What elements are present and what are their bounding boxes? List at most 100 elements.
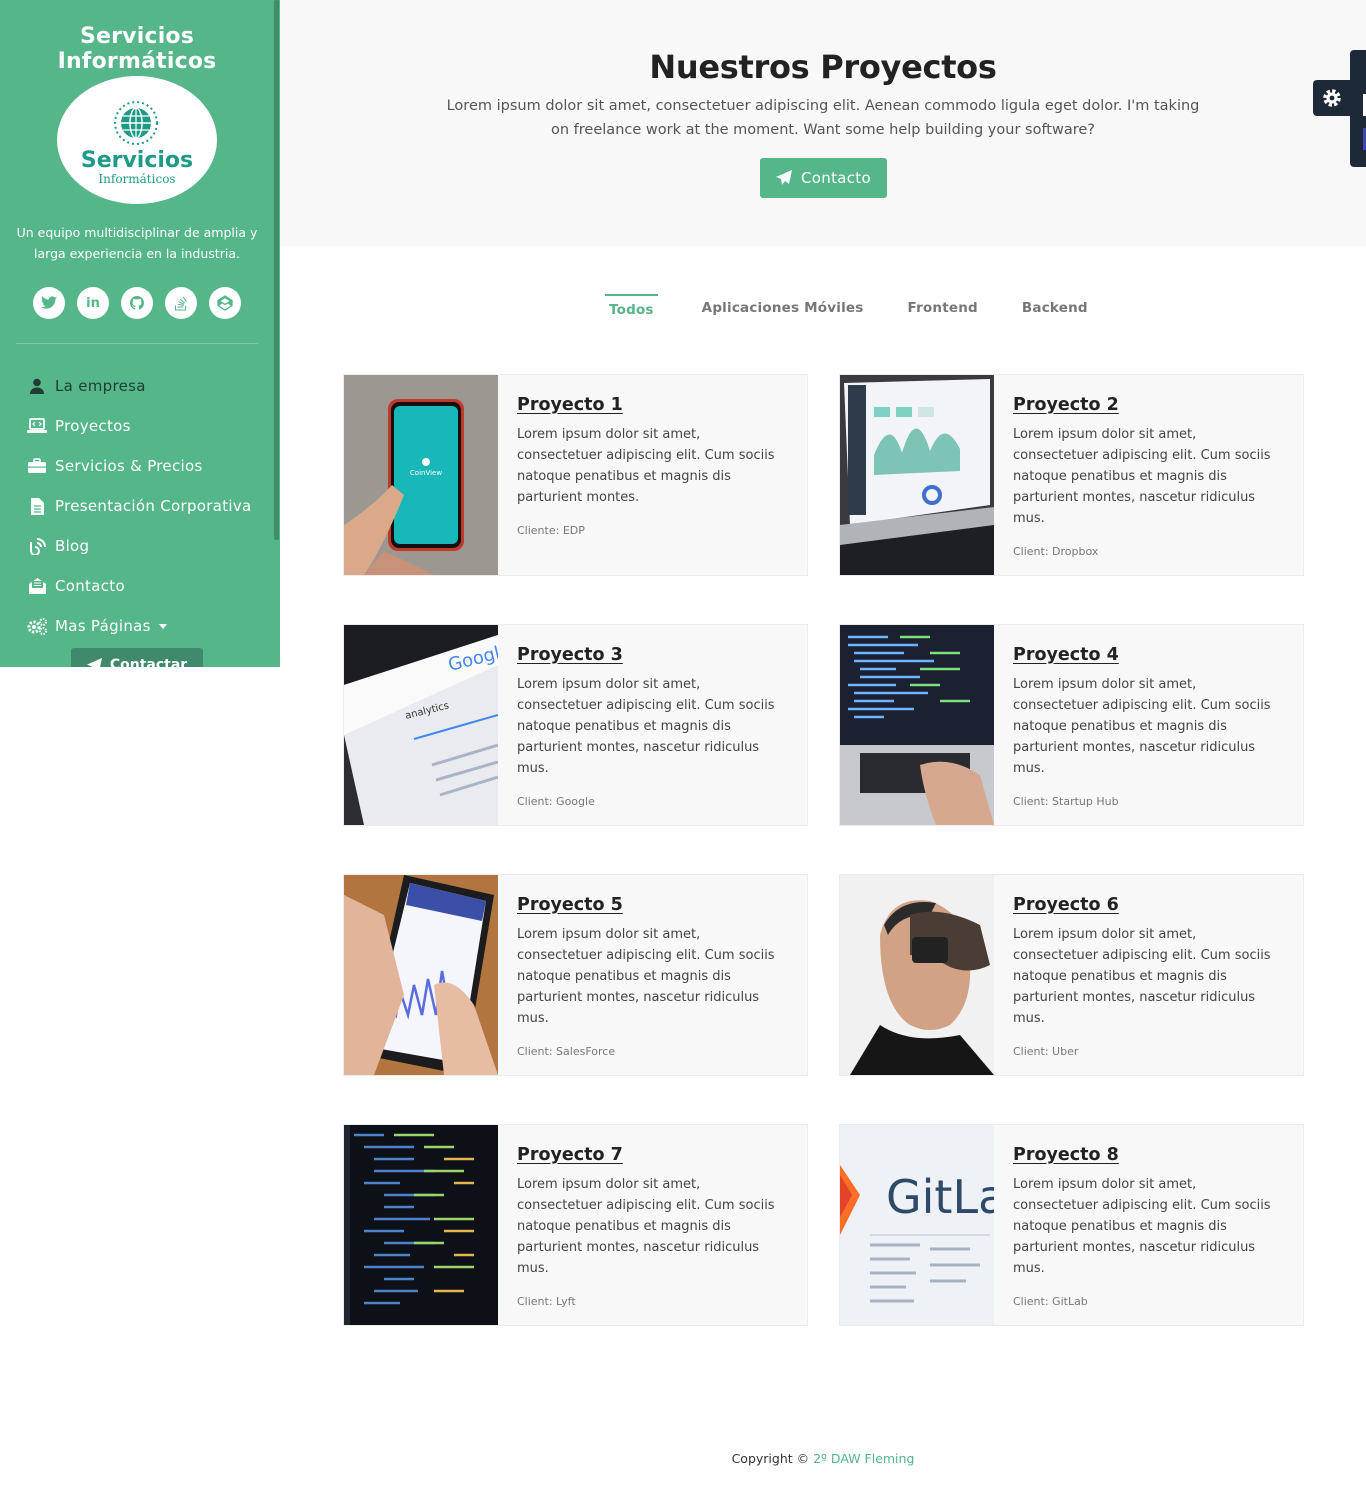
svg-text:GitLa: GitLa <box>886 1170 994 1224</box>
paper-plane-icon <box>86 657 102 667</box>
user-icon <box>26 377 48 395</box>
project-card[interactable]: Proyecto 6 Lorem ipsum dolor sit amet, c… <box>839 874 1304 1076</box>
project-description: Lorem ipsum dolor sit amet, consectetuer… <box>1013 927 1271 1026</box>
svg-text:CoinView: CoinView <box>410 469 442 477</box>
twitter-icon[interactable] <box>33 287 65 319</box>
sidebar-item-label: Presentación Corporativa <box>55 497 252 515</box>
logo-name: Servicios <box>80 148 194 173</box>
project-card[interactable]: Proyecto 7 Lorem ipsum dolor sit amet, c… <box>343 1124 808 1326</box>
github-icon[interactable] <box>121 287 153 319</box>
sidebar-item-la-empresa[interactable]: La empresa <box>26 366 252 406</box>
sidebar-item-proyectos[interactable]: Proyectos <box>26 406 252 446</box>
contacto-button[interactable]: Contacto <box>760 158 887 198</box>
sidebar-item-servicios-precios[interactable]: Servicios & Precios <box>26 446 252 486</box>
linkedin-icon[interactable]: in <box>77 287 109 319</box>
card-body: Proyecto 7 Lorem ipsum dolor sit amet, c… <box>517 1145 789 1308</box>
project-title[interactable]: Proyecto 7 <box>517 1145 789 1165</box>
sidebar-scrollbar[interactable] <box>274 0 279 540</box>
logo-subtitle: Informáticos <box>98 172 176 186</box>
gear-icon <box>1322 89 1341 107</box>
hero-description: Lorem ipsum dolor sit amet, consectetuer… <box>446 98 1200 138</box>
sidebar-item-label: Contacto <box>55 577 125 595</box>
contactar-button[interactable]: Contactar <box>71 648 203 667</box>
codepen-icon[interactable] <box>209 287 241 319</box>
project-card[interactable]: Proyecto 4 Lorem ipsum dolor sit amet, c… <box>839 624 1304 826</box>
card-body: Proyecto 5 Lorem ipsum dolor sit amet, c… <box>517 895 789 1058</box>
project-client: Client: Uber <box>1013 1045 1079 1058</box>
card-body: Proyecto 8 Lorem ipsum dolor sit amet, c… <box>1013 1145 1285 1308</box>
settings-toggle-button[interactable] <box>1313 80 1350 116</box>
card-body: Proyecto 2 Lorem ipsum dolor sit amet, c… <box>1013 395 1285 558</box>
sidebar-nav: La empresa Proyectos Servicios & Precios… <box>26 366 252 646</box>
google-search-image[interactable]: Google analytics <box>344 625 498 825</box>
sidebar-item-label: Servicios & Precios <box>55 457 203 475</box>
filter-aplicaciones-moviles[interactable]: Aplicaciones Móviles <box>702 294 864 324</box>
laptop-coding-image[interactable] <box>840 625 994 825</box>
briefcase-icon <box>26 457 48 475</box>
envelope-open-icon <box>26 577 48 595</box>
filter-frontend[interactable]: Frontend <box>908 294 978 324</box>
footer: Copyright © 2º DAW Fleming <box>280 1451 1366 1466</box>
project-client: Client: Google <box>517 795 595 808</box>
sidebar-divider <box>16 343 258 344</box>
sidebar-item-presentacion[interactable]: Presentación Corporativa <box>26 486 252 526</box>
project-description: Lorem ipsum dolor sit amet, consectetuer… <box>517 677 775 776</box>
project-title[interactable]: Proyecto 1 <box>517 395 789 415</box>
phone-app-image[interactable]: CoinView <box>344 375 498 575</box>
project-title[interactable]: Proyecto 8 <box>1013 1145 1285 1165</box>
style-switcher-panel[interactable] <box>1350 50 1366 167</box>
sidebar: Servicios Informáticos Servicios Informá… <box>0 0 280 667</box>
project-title[interactable]: Proyecto 6 <box>1013 895 1285 915</box>
social-links: in <box>33 287 241 319</box>
project-client: Client: Lyft <box>517 1295 576 1308</box>
project-description: Lorem ipsum dolor sit amet, consectetuer… <box>517 927 775 1026</box>
project-description: Lorem ipsum dolor sit amet, consectetuer… <box>517 1177 775 1276</box>
hero-section: Nuestros Proyectos Lorem ipsum dolor sit… <box>280 0 1366 246</box>
project-description: Lorem ipsum dolor sit amet, consectetuer… <box>517 427 775 505</box>
page-title: Nuestros Proyectos <box>649 48 997 86</box>
card-body: Proyecto 1 Lorem ipsum dolor sit amet, c… <box>517 395 789 537</box>
sidebar-item-contacto[interactable]: Contacto <box>26 566 252 606</box>
sidebar-item-blog[interactable]: Blog <box>26 526 252 566</box>
phone-chart-image[interactable] <box>344 875 498 1075</box>
project-client: Cliente: EDP <box>517 524 585 537</box>
project-title[interactable]: Proyecto 5 <box>517 895 789 915</box>
globe-icon <box>114 101 158 145</box>
card-body: Proyecto 6 Lorem ipsum dolor sit amet, c… <box>1013 895 1285 1058</box>
tagline: Un equipo multidisciplinar de amplia y l… <box>16 225 258 261</box>
project-description: Lorem ipsum dolor sit amet, consectetuer… <box>1013 1177 1271 1276</box>
project-card[interactable]: Proyecto 2 Lorem ipsum dolor sit amet, c… <box>839 374 1304 576</box>
sidebar-item-label: Blog <box>55 537 90 555</box>
stackoverflow-icon[interactable] <box>165 287 197 319</box>
project-title[interactable]: Proyecto 2 <box>1013 395 1285 415</box>
project-client: Client: Dropbox <box>1013 545 1099 558</box>
card-body: Proyecto 4 Lorem ipsum dolor sit amet, c… <box>1013 645 1285 808</box>
footer-link[interactable]: 2º DAW Fleming <box>813 1451 914 1466</box>
laptop-code-icon <box>26 417 48 435</box>
project-client: Client: Startup Hub <box>1013 795 1119 808</box>
file-icon <box>26 497 48 515</box>
copyright-text: Copyright © <box>731 1451 814 1466</box>
card-body: Proyecto 3 Lorem ipsum dolor sit amet, c… <box>517 645 789 808</box>
code-screen-image[interactable] <box>344 1125 498 1325</box>
logo[interactable]: Servicios Informáticos <box>57 76 217 204</box>
gitlab-screen-image[interactable]: GitLa <box>840 1125 994 1325</box>
filter-todos[interactable]: Todos <box>605 294 658 324</box>
project-card[interactable]: Proyecto 5 Lorem ipsum dolor sit amet, c… <box>343 874 808 1076</box>
project-title[interactable]: Proyecto 4 <box>1013 645 1285 665</box>
project-title[interactable]: Proyecto 3 <box>517 645 789 665</box>
laptop-dashboard-image[interactable] <box>840 375 994 575</box>
filter-backend[interactable]: Backend <box>1022 294 1088 324</box>
project-card[interactable]: GitLa Proyecto 8 Lorem ipsum dolor sit a… <box>839 1124 1304 1326</box>
sidebar-item-mas-paginas[interactable]: Mas Páginas <box>26 606 252 646</box>
chevron-down-icon <box>158 623 167 629</box>
brand-title[interactable]: Servicios Informáticos <box>0 24 274 74</box>
project-card[interactable]: Google analytics Proyecto 3 Lorem ipsum … <box>343 624 808 826</box>
project-description: Lorem ipsum dolor sit amet, consectetuer… <box>1013 427 1271 526</box>
blog-icon <box>26 537 48 555</box>
sidebar-item-label: La empresa <box>55 377 146 395</box>
project-client: Client: SalesForce <box>517 1045 616 1058</box>
vr-headset-image[interactable] <box>840 875 994 1075</box>
project-card[interactable]: CoinView Proyecto 1 Lorem ipsum dolor si… <box>343 374 808 576</box>
paper-plane-icon <box>776 170 793 185</box>
